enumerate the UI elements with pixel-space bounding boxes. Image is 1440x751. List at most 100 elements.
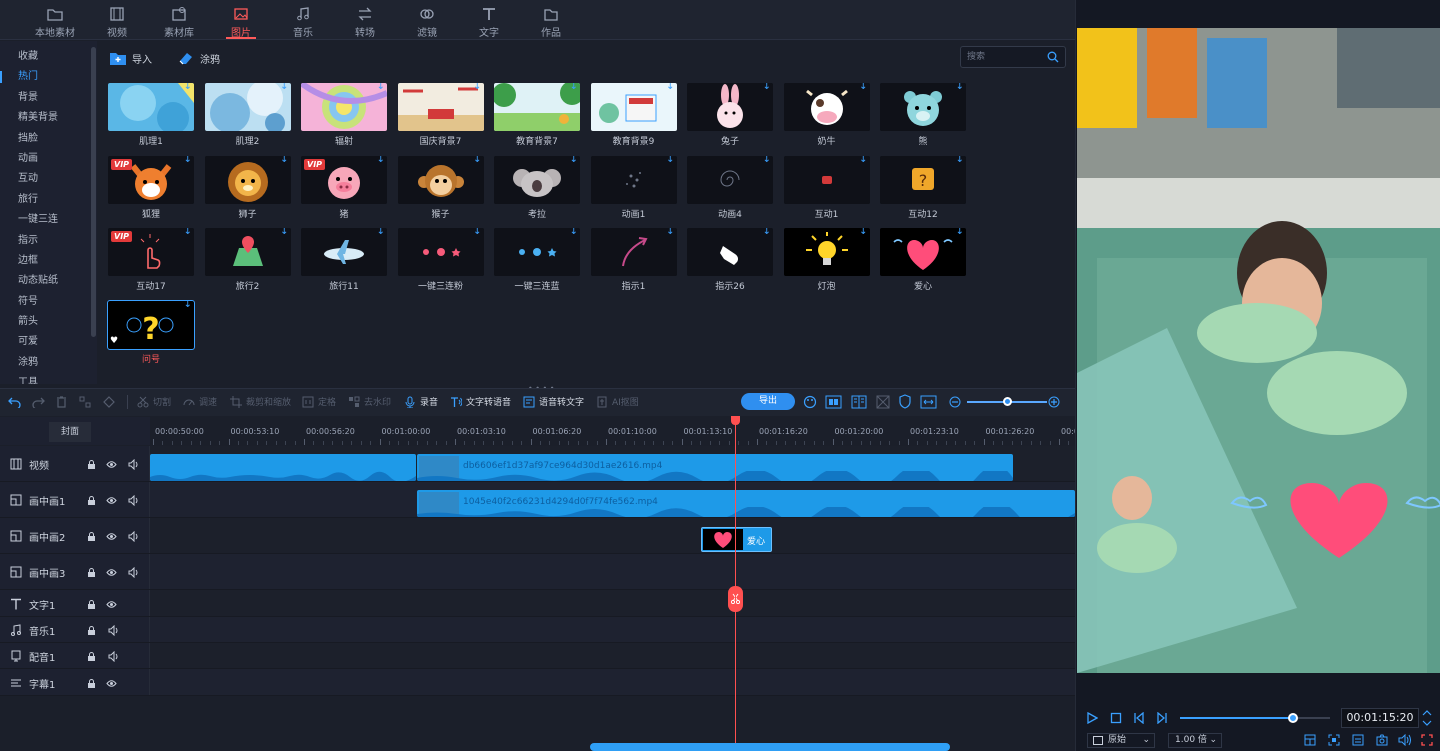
eye-icon[interactable] (106, 678, 117, 689)
download-icon[interactable]: ↓ (763, 156, 771, 165)
nav-text[interactable]: 文字 (458, 0, 520, 40)
video-clip-b[interactable]: db6606ef1d37af97ce964d30d1ae2616.mp4 (417, 454, 1013, 481)
cover-button[interactable]: 封面 (49, 422, 91, 442)
download-icon[interactable]: ↓ (570, 228, 578, 237)
lock-icon[interactable] (86, 459, 97, 470)
download-icon[interactable]: ↓ (280, 83, 288, 92)
grid-icon[interactable] (876, 395, 890, 409)
stop-icon[interactable] (1110, 712, 1122, 724)
download-icon[interactable]: ↓ (859, 83, 867, 92)
download-icon[interactable]: ↓ (956, 228, 964, 237)
focus-icon[interactable] (1328, 734, 1340, 746)
playback-speed-select[interactable]: 1.00 倍 ⌄ (1168, 733, 1222, 748)
toolbar-mic[interactable]: 录音 (404, 395, 438, 408)
media-tile-lion[interactable]: ↓ (204, 155, 291, 204)
volume-icon[interactable] (108, 625, 119, 636)
preview-canvas[interactable] (1077, 28, 1440, 673)
playhead[interactable] (731, 416, 740, 751)
sidebar-item[interactable]: 精美背景 (0, 108, 97, 128)
download-icon[interactable]: ↓ (473, 83, 481, 92)
track-row[interactable]: 画中画2 (0, 518, 1075, 554)
toolbar-speed[interactable]: 调速 (183, 395, 217, 408)
lock-icon[interactable] (86, 678, 97, 689)
sidebar-item[interactable]: 动画 (0, 149, 97, 169)
redo-icon[interactable] (32, 396, 45, 408)
track-row[interactable]: 文字1 (0, 590, 1075, 617)
media-tile-anim-dots[interactable]: ↓ (590, 155, 677, 204)
doodle-button[interactable]: 涂鸦 (178, 49, 220, 67)
download-icon[interactable]: ↓ (956, 156, 964, 165)
volume-icon[interactable] (128, 531, 139, 542)
sidebar-item[interactable]: 可爱 (0, 332, 97, 352)
toolbar-freeze[interactable]: 定格 (302, 395, 336, 408)
timeline-scrollbar[interactable] (590, 743, 950, 751)
favorite-heart-icon[interactable]: ♥ (110, 336, 118, 346)
download-icon[interactable]: ↓ (570, 83, 578, 92)
split-view-icon[interactable] (851, 395, 867, 409)
prev-frame-icon[interactable] (1133, 712, 1145, 724)
media-tile-fox[interactable]: VIP ↓ (108, 155, 194, 204)
toolbar-scissors[interactable]: 切割 (137, 395, 171, 408)
download-icon[interactable]: ↓ (184, 83, 192, 92)
zoom-slider-knob[interactable] (1003, 397, 1012, 406)
fit-icon[interactable] (825, 395, 842, 409)
media-tile-school[interactable]: ↓ (590, 83, 677, 131)
track-row[interactable]: 字幕1 (0, 669, 1075, 696)
lock-icon[interactable] (86, 495, 97, 506)
nav-library[interactable]: 素材库 (148, 0, 210, 40)
media-tile-arrow-curve[interactable]: ↓ (590, 228, 677, 276)
playback-progress[interactable] (1180, 713, 1330, 723)
media-tile-jungle[interactable]: ↓ (494, 83, 580, 131)
download-icon[interactable]: ↓ (763, 228, 771, 237)
timecode-stepper-icon[interactable] (1422, 709, 1432, 727)
download-icon[interactable]: ↓ (473, 156, 481, 165)
lock-icon[interactable] (86, 567, 97, 578)
media-tile-question-box[interactable]: ? ↓ (880, 155, 966, 204)
download-icon[interactable]: ↓ (184, 156, 192, 165)
download-icon[interactable]: ↓ (666, 156, 674, 165)
download-icon[interactable]: ↓ (666, 83, 674, 92)
lock-icon[interactable] (86, 651, 97, 662)
track-row[interactable]: 画中画3 (0, 554, 1075, 590)
track-row[interactable]: 配音1 (0, 643, 1075, 669)
sidebar-item[interactable]: 指示 (0, 231, 97, 251)
media-tile-question-mark[interactable]: ? ↓ ♥ (107, 299, 195, 350)
lock-icon[interactable] (86, 531, 97, 542)
sidebar-item[interactable]: 挡脸 (0, 129, 97, 149)
sidebar-item[interactable]: 符号 (0, 292, 97, 312)
toolbar-crop[interactable]: 裁剪和缩放 (230, 395, 291, 408)
media-tile-bulb[interactable]: ↓ (783, 228, 870, 276)
media-tile-like-small[interactable]: ↓ (783, 155, 870, 204)
search-icon[interactable] (1047, 51, 1059, 63)
play-icon[interactable] (1086, 712, 1098, 724)
timecode-display[interactable]: 00:01:15:20 (1341, 708, 1419, 728)
sidebar-item[interactable]: 收藏 (0, 47, 97, 67)
lock-icon[interactable] (86, 625, 97, 636)
time-ruler[interactable]: 00:00:50:00 00:00:53:10 00:00:56:20 00:01:0… (150, 417, 1127, 445)
eye-icon[interactable] (106, 495, 117, 506)
media-tile-plane[interactable]: ↓ (301, 228, 387, 276)
media-tile-monkey[interactable]: ↓ (397, 155, 484, 204)
nav-folder[interactable]: 本地素材 (24, 0, 86, 40)
download-icon[interactable]: ↓ (377, 83, 385, 92)
sidebar-item[interactable]: 箭头 (0, 312, 97, 332)
download-icon[interactable]: ↓ (859, 156, 867, 165)
download-icon[interactable]: ↓ (280, 228, 288, 237)
volume-icon[interactable] (128, 495, 139, 506)
download-icon[interactable]: ↓ (666, 228, 674, 237)
nav-image[interactable]: 图片 (210, 0, 272, 40)
toolbar-ai-cutout[interactable]: AI抠图 (596, 395, 639, 408)
video-clip-a[interactable] (150, 454, 416, 481)
fullscreen-icon[interactable] (1421, 734, 1433, 746)
layout-icon[interactable] (1304, 734, 1316, 746)
split-icon[interactable] (79, 396, 91, 408)
media-tile-texture-blue[interactable]: ↓ (108, 83, 194, 131)
eye-icon[interactable] (106, 599, 117, 610)
import-button[interactable]: 导入 (110, 49, 152, 67)
nav-filter[interactable]: 滤镜 (396, 0, 458, 40)
toolbar-mosaic[interactable]: 去水印 (348, 395, 391, 408)
pip2-heart-clip[interactable]: 爱心 (701, 527, 772, 552)
download-icon[interactable]: ↓ (570, 156, 578, 165)
media-tile-tap-hand[interactable]: VIP ↓ (108, 228, 194, 276)
sidebar-item[interactable]: 背景 (0, 88, 97, 108)
